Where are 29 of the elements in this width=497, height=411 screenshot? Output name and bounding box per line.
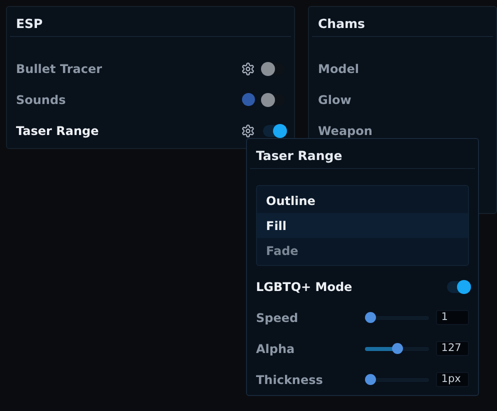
toggle-switch[interactable]	[263, 94, 285, 106]
slider-label: Thickness	[256, 372, 324, 386]
slider-label: Speed	[256, 310, 300, 324]
toggle-switch[interactable]	[263, 124, 285, 136]
toggle-switch[interactable]	[263, 62, 285, 74]
slider-label: Alpha	[256, 342, 296, 356]
color-swatch[interactable]	[242, 93, 255, 106]
option-label[interactable]: Taser Range	[16, 124, 233, 138]
value-field[interactable]: 1px	[436, 372, 469, 387]
popup-title: Taser Range	[256, 148, 342, 163]
option-label: LGBTQ+ Mode	[256, 280, 354, 294]
option-label[interactable]: Bullet Tracer	[16, 62, 233, 76]
list-option[interactable]: Fill	[257, 213, 468, 238]
list-option[interactable]: Fade	[257, 238, 468, 263]
option-label[interactable]: Model	[318, 62, 487, 76]
slider[interactable]	[364, 312, 430, 323]
value-field[interactable]: 1	[436, 310, 469, 325]
panel-title: ESP	[16, 16, 43, 31]
option-label[interactable]: Sounds	[16, 92, 234, 106]
slider[interactable]	[364, 374, 430, 385]
list-option[interactable]: Outline	[257, 188, 468, 213]
settings-icon[interactable]	[241, 62, 255, 76]
toggle-switch[interactable]	[447, 280, 469, 292]
value-field[interactable]: 127	[436, 341, 469, 356]
panel-title: Chams	[318, 16, 365, 31]
settings-icon[interactable]	[241, 124, 255, 138]
option-label[interactable]: Glow	[318, 92, 487, 106]
slider[interactable]	[364, 343, 430, 354]
option-label[interactable]: Weapon	[318, 124, 487, 138]
